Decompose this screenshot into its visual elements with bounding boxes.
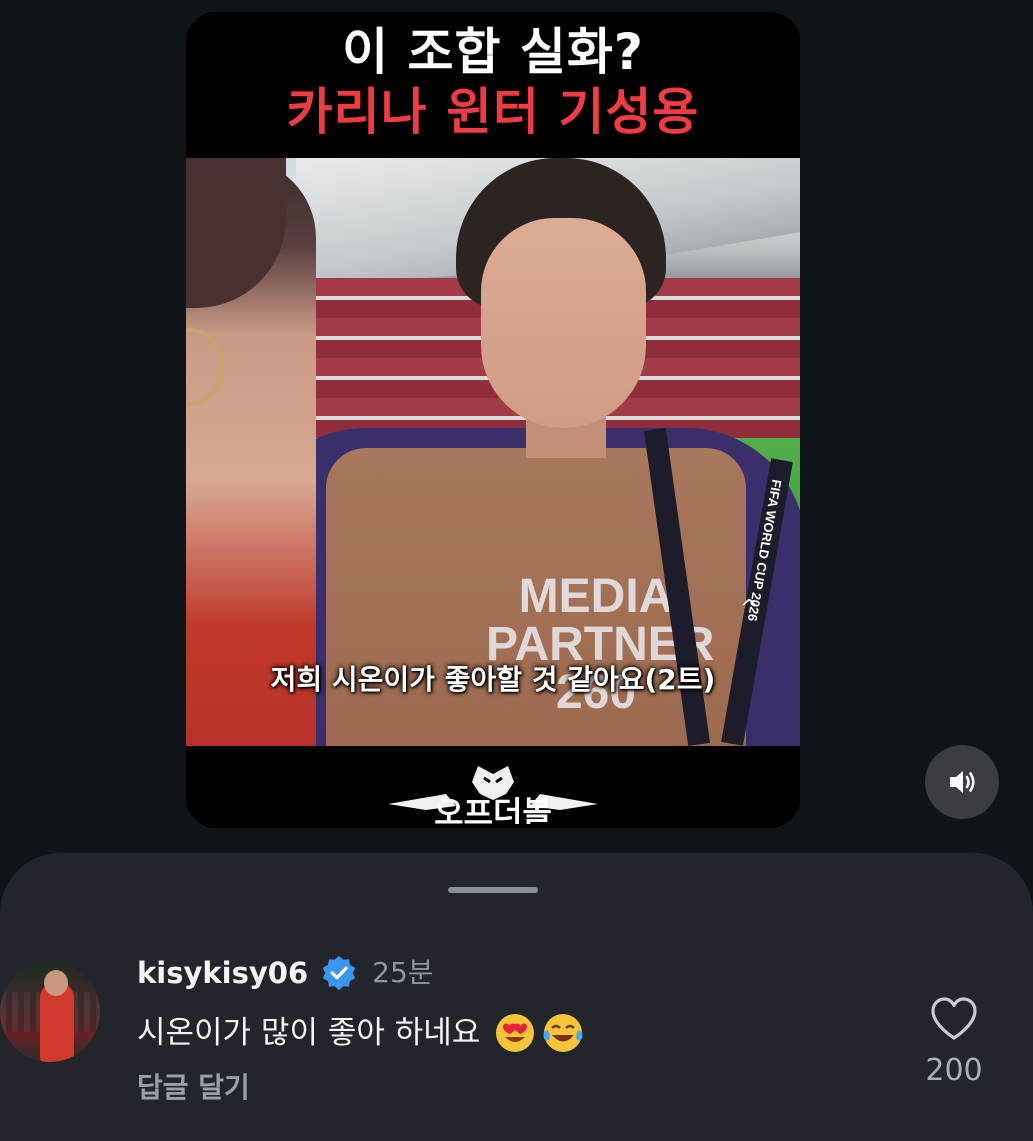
sound-toggle-button[interactable] <box>925 745 999 819</box>
interviewer <box>186 158 316 746</box>
comment-text: 시온이가 많이 좋아 하네요 <box>137 1015 481 1051</box>
sheet-drag-handle[interactable] <box>448 887 538 893</box>
comment-username[interactable]: kisykisy06 <box>137 953 308 993</box>
interviewee: MEDIA PARTNER 260 FIFA WORLD CUP 2026 <box>246 158 800 746</box>
brand-area: 오프더볼 <box>186 746 800 828</box>
reply-button[interactable]: 답글 달기 <box>137 1068 250 1108</box>
avatar-head <box>44 970 68 996</box>
comment-body: 시온이가 많이 좋아 하네요 <box>137 1011 584 1055</box>
comment-header: kisykisy06 25분 <box>137 953 434 993</box>
caret-up-icon[interactable]: ^ <box>740 598 758 620</box>
video-caption: 저희 시온이가 좋아할 것 같아요(2트) <box>270 663 716 696</box>
interviewer-glasses <box>186 328 224 406</box>
verified-badge-icon <box>322 955 356 991</box>
speaker-icon <box>950 771 975 793</box>
video-title-area: 이 조합 실화? 카리나 윈터 기성용 <box>186 12 800 158</box>
reels-screen: 이 조합 실화? 카리나 윈터 기성용 MEDIA PARTNER 260 FI… <box>0 0 1033 1141</box>
video-player[interactable]: 이 조합 실화? 카리나 윈터 기성용 MEDIA PARTNER 260 FI… <box>186 12 800 828</box>
heart-outline-icon[interactable] <box>929 996 979 1042</box>
video-frame: MEDIA PARTNER 260 FIFA WORLD CUP 2026 ^ … <box>186 158 800 746</box>
interviewer-cap <box>186 158 286 308</box>
interviewee-face <box>481 218 646 428</box>
avatar[interactable] <box>0 962 100 1062</box>
video-title-line2: 카리나 윈터 기성용 <box>286 83 700 141</box>
comments-sheet: kisykisy06 25분 시온이가 많이 좋아 하네요 답글 달기 200 <box>0 853 1033 1141</box>
tears-of-joy-emoji-icon <box>543 1014 583 1052</box>
comment-timestamp: 25분 <box>372 956 434 989</box>
brand-logo-text: 오프더볼 <box>434 794 552 824</box>
tiger-logo-icon: 오프더볼 <box>388 766 598 824</box>
video-title-line1: 이 조합 실화? <box>342 23 644 81</box>
like-count: 200 <box>925 1053 983 1088</box>
heart-eyes-emoji-icon <box>496 1014 535 1052</box>
